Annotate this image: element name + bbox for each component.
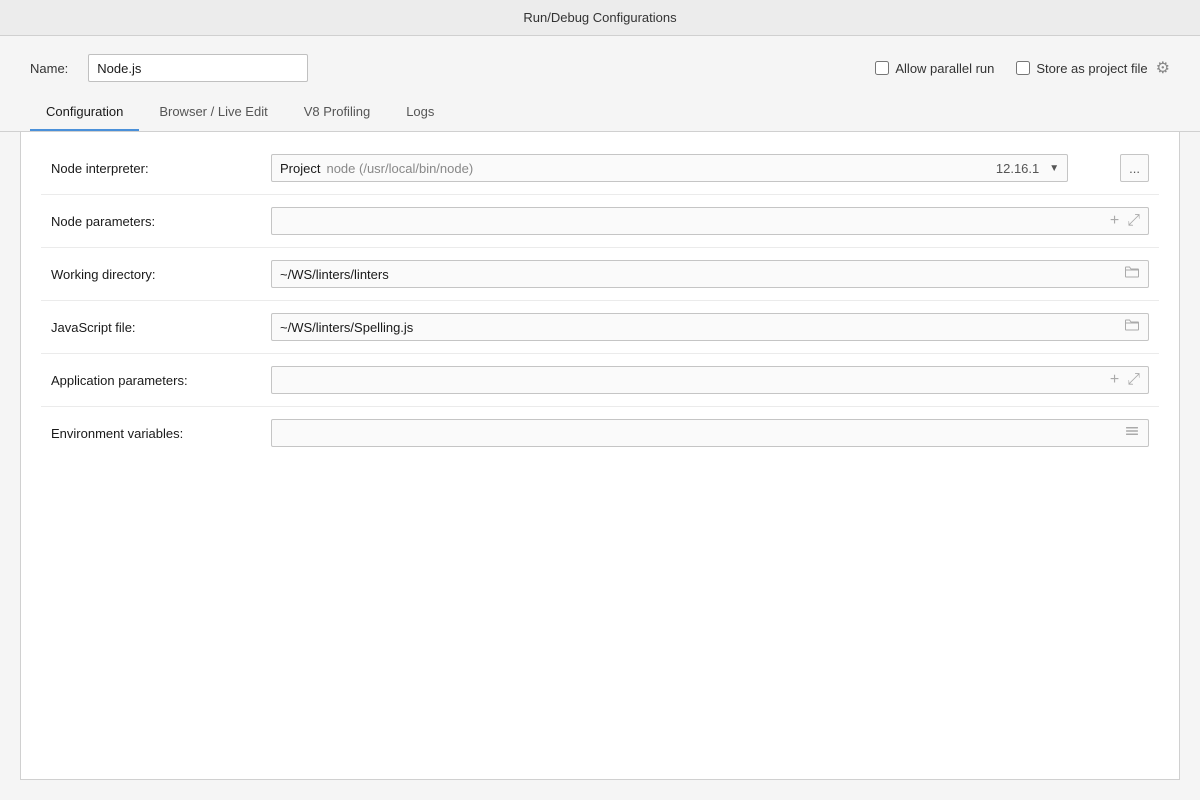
working-directory-label: Working directory: xyxy=(51,267,271,282)
node-parameters-expand-icon[interactable]: ⤢ xyxy=(1127,212,1140,230)
header-row: Name: Allow parallel run Store as projec… xyxy=(0,36,1200,96)
allow-parallel-run-item: Allow parallel run xyxy=(875,61,994,76)
store-as-project-file-item: Store as project file ⚙ xyxy=(1016,58,1170,78)
interpreter-select[interactable]: Project node (/usr/local/bin/node) 12.16… xyxy=(271,154,1068,182)
working-directory-input-wrapper xyxy=(271,260,1149,288)
javascript-file-input-wrapper xyxy=(271,313,1149,341)
application-parameters-label: Application parameters: xyxy=(51,373,271,388)
store-as-project-file-label: Store as project file xyxy=(1036,61,1147,76)
node-parameters-input-wrapper: + ⤢ xyxy=(271,207,1149,235)
environment-variables-label: Environment variables: xyxy=(51,426,271,441)
node-parameters-field: + ⤢ xyxy=(271,207,1149,235)
gear-icon[interactable]: ⚙ xyxy=(1156,58,1170,78)
environment-variables-input-wrapper xyxy=(271,419,1149,447)
node-parameters-row: Node parameters: + ⤢ xyxy=(21,195,1179,247)
javascript-file-label: JavaScript file: xyxy=(51,320,271,335)
dropdown-arrow-icon: ▼ xyxy=(1049,163,1059,174)
name-input[interactable] xyxy=(88,54,308,82)
dialog-title: Run/Debug Configurations xyxy=(523,10,676,25)
application-parameters-icons: + ⤢ xyxy=(1106,371,1140,389)
node-parameters-input[interactable] xyxy=(280,214,1106,229)
node-interpreter-field: Project node (/usr/local/bin/node) 12.16… xyxy=(271,154,1149,182)
interpreter-version: 12.16.1 xyxy=(996,161,1039,176)
title-bar: Run/Debug Configurations xyxy=(0,0,1200,36)
environment-variables-input[interactable] xyxy=(280,426,1120,441)
javascript-file-field xyxy=(271,313,1149,341)
application-parameters-expand-icon[interactable]: ⤢ xyxy=(1127,371,1140,389)
javascript-file-row: JavaScript file: xyxy=(21,301,1179,353)
interpreter-wrapper: Project node (/usr/local/bin/node) 12.16… xyxy=(271,154,1108,182)
tab-configuration[interactable]: Configuration xyxy=(30,96,139,131)
application-parameters-plus-icon[interactable]: + xyxy=(1110,371,1119,389)
node-interpreter-label: Node interpreter: xyxy=(51,161,271,176)
environment-variables-env-icon[interactable] xyxy=(1124,423,1140,444)
tabs-bar: Configuration Browser / Live Edit V8 Pro… xyxy=(0,96,1200,132)
interpreter-browse-button[interactable]: ... xyxy=(1120,154,1149,182)
allow-parallel-run-checkbox[interactable] xyxy=(875,61,889,75)
javascript-file-input[interactable] xyxy=(280,320,1120,335)
javascript-file-folder-icon[interactable] xyxy=(1124,317,1140,338)
node-parameters-icons: + ⤢ xyxy=(1106,212,1140,230)
environment-variables-row: Environment variables: xyxy=(21,407,1179,459)
working-directory-field xyxy=(271,260,1149,288)
checkboxes-group: Allow parallel run Store as project file… xyxy=(875,58,1170,78)
interpreter-path: node (/usr/local/bin/node) xyxy=(326,161,989,176)
application-parameters-field: + ⤢ xyxy=(271,366,1149,394)
working-directory-row: Working directory: xyxy=(21,248,1179,300)
tab-v8-profiling[interactable]: V8 Profiling xyxy=(288,96,386,131)
application-parameters-input[interactable] xyxy=(280,373,1106,388)
tab-browser-live-edit[interactable]: Browser / Live Edit xyxy=(143,96,283,131)
interpreter-project-label: Project xyxy=(280,161,320,176)
tab-logs[interactable]: Logs xyxy=(390,96,450,131)
application-parameters-input-wrapper: + ⤢ xyxy=(271,366,1149,394)
environment-variables-field xyxy=(271,419,1149,447)
name-label: Name: xyxy=(30,61,68,76)
store-as-project-file-checkbox[interactable] xyxy=(1016,61,1030,75)
content-area: Node interpreter: Project node (/usr/loc… xyxy=(20,132,1180,780)
application-parameters-row: Application parameters: + ⤢ xyxy=(21,354,1179,406)
node-interpreter-row: Node interpreter: Project node (/usr/loc… xyxy=(21,142,1179,194)
node-parameters-plus-icon[interactable]: + xyxy=(1110,212,1119,230)
allow-parallel-run-label: Allow parallel run xyxy=(895,61,994,76)
run-debug-dialog: Run/Debug Configurations Name: Allow par… xyxy=(0,0,1200,800)
node-parameters-label: Node parameters: xyxy=(51,214,271,229)
working-directory-input[interactable] xyxy=(280,267,1120,282)
working-directory-folder-icon[interactable] xyxy=(1124,264,1140,285)
interpreter-row: Project node (/usr/local/bin/node) 12.16… xyxy=(271,154,1149,182)
